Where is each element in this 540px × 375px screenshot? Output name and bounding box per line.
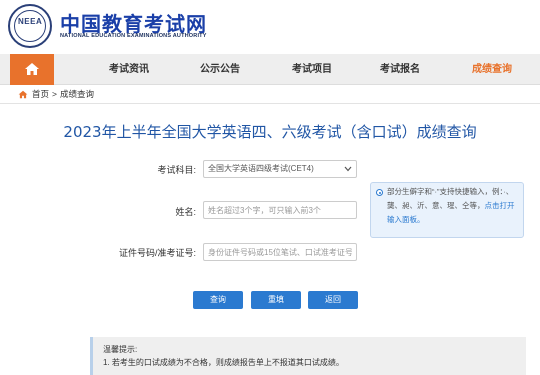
info-radio-icon xyxy=(376,189,383,196)
site-header: NEEA 中国教育考试网 NATIONAL EDUCATION EXAMINAT… xyxy=(0,0,540,52)
notice-box: 温馨提示: 1. 若考生的口试成绩为不合格，则成绩报告单上不报道其口试成绩。 xyxy=(90,337,526,375)
breadcrumb-separator: > xyxy=(52,89,57,99)
chevron-down-icon xyxy=(344,166,352,172)
exam-subject-select[interactable]: 全国大学英语四级考试(CET4) xyxy=(203,160,357,178)
nav-item-news[interactable]: 考试资讯 xyxy=(103,54,155,85)
notice-line: 1. 若考生的口试成绩为不合格，则成绩报告单上不报道其口试成绩。 xyxy=(103,358,344,367)
nav-item-score-query[interactable]: 成绩查询 xyxy=(466,54,518,85)
home-icon xyxy=(18,90,28,98)
subject-label: 考试科目: xyxy=(157,165,196,175)
id-number-label: 证件号码/准考证号: xyxy=(118,248,196,258)
name-label: 姓名: xyxy=(175,207,196,217)
main-nav: 考试资讯 公示公告 考试项目 考试报名 成绩查询 xyxy=(0,54,540,85)
breadcrumb-current: 成绩查询 xyxy=(59,89,94,99)
name-input[interactable] xyxy=(203,201,357,219)
nav-item-exam-projects[interactable]: 考试项目 xyxy=(286,54,338,85)
input-tip-box: 部分生僻字和“·”支持快捷输入，例：·、龑、昶、沂、意、瑆、仝等，点击打开输入面… xyxy=(370,182,524,238)
exam-subject-value: 全国大学英语四级考试(CET4) xyxy=(208,164,314,173)
back-button[interactable]: 返回 xyxy=(308,291,358,309)
home-icon xyxy=(25,63,39,75)
page-title: 2023年上半年全国大学英语四、六级考试（含口试）成绩查询 xyxy=(63,123,477,141)
seal-text: NEEA xyxy=(18,17,43,26)
notice-heading: 温馨提示: xyxy=(103,345,138,354)
breadcrumb-home-link[interactable]: 首页 xyxy=(32,88,49,100)
nav-home-button[interactable] xyxy=(10,54,54,85)
nav-item-registration[interactable]: 考试报名 xyxy=(374,54,426,85)
query-button[interactable]: 查询 xyxy=(193,291,243,309)
neea-seal-logo[interactable]: NEEA xyxy=(8,4,52,48)
divider xyxy=(0,103,540,104)
site-subtitle: NATIONAL EDUCATION EXAMINATIONS AUTHORIT… xyxy=(60,33,207,39)
id-number-input[interactable] xyxy=(203,243,357,261)
breadcrumb: 首页 > 成绩查询 xyxy=(18,87,94,101)
reset-button[interactable]: 重填 xyxy=(251,291,301,309)
nav-item-announcements[interactable]: 公示公告 xyxy=(194,54,246,85)
